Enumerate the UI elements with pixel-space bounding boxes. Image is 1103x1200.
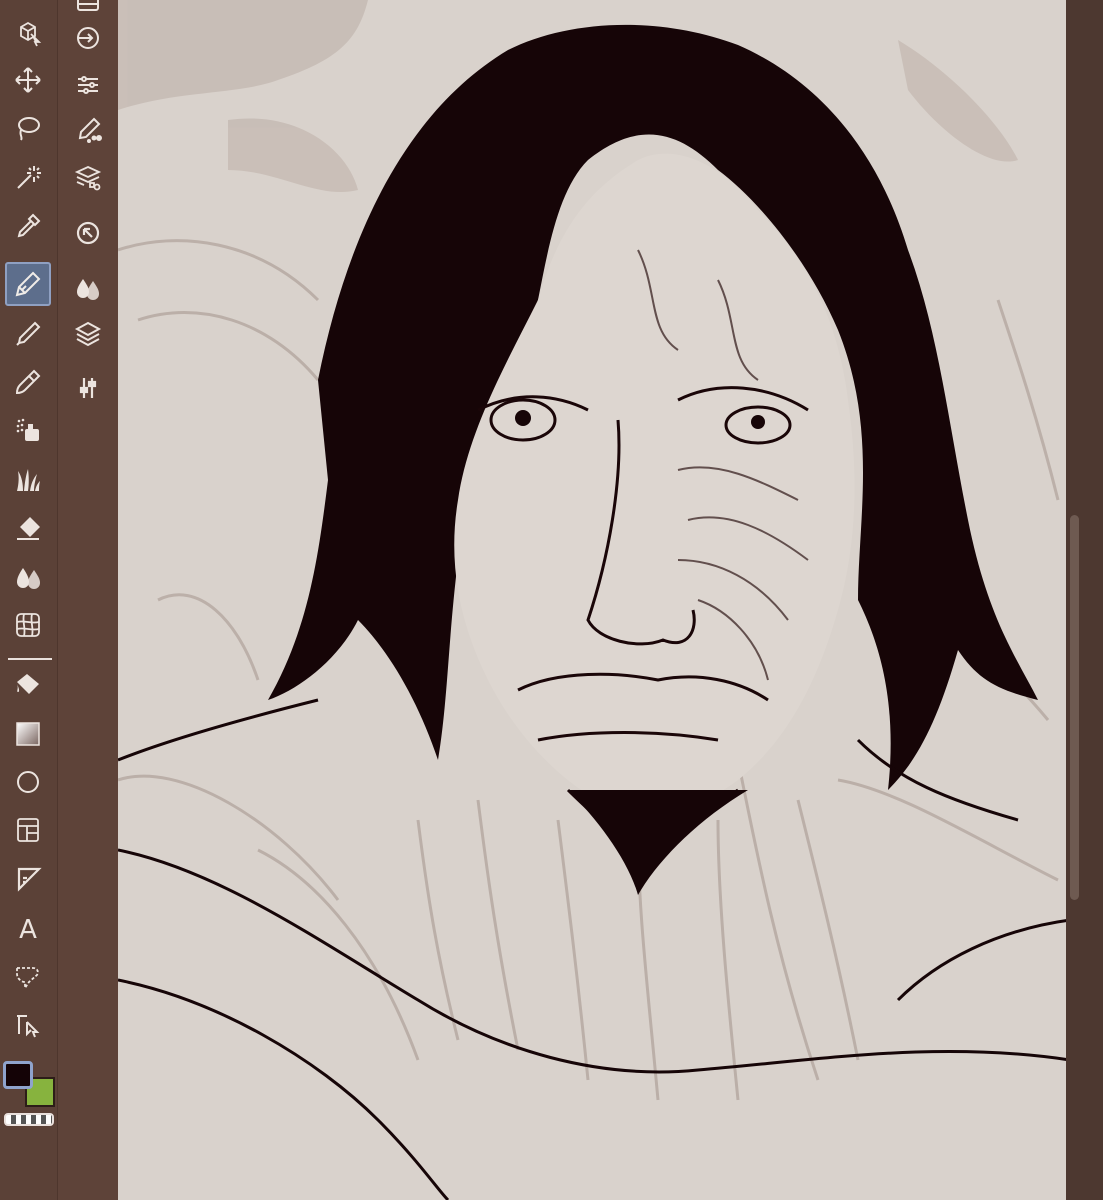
palette-bar xyxy=(57,0,118,1200)
mesh-transform-icon[interactable] xyxy=(5,603,51,647)
tool-separator xyxy=(8,658,52,660)
brush-icon[interactable] xyxy=(5,360,51,404)
eraser-icon[interactable] xyxy=(5,506,51,550)
transparent-color-swatch[interactable] xyxy=(4,1113,54,1126)
magic-wand-icon[interactable] xyxy=(5,155,51,199)
balloon-icon[interactable] xyxy=(5,955,51,999)
eyedropper-icon[interactable] xyxy=(5,204,51,248)
airbrush-icon[interactable] xyxy=(5,408,51,452)
blend-drops-icon[interactable] xyxy=(5,555,51,599)
fill-bucket-icon[interactable] xyxy=(5,663,51,707)
ellipse-figure-icon[interactable] xyxy=(5,760,51,804)
pen-icon[interactable] xyxy=(5,262,51,306)
object-select-icon[interactable] xyxy=(5,12,51,56)
text-icon[interactable]: A xyxy=(5,906,51,950)
drawing-canvas[interactable] xyxy=(118,0,1070,1200)
canvas-artwork xyxy=(118,0,1070,1200)
brush-size-icon[interactable] xyxy=(63,108,113,152)
text-icon-glyph: A xyxy=(19,915,37,943)
decoration-grass-icon[interactable] xyxy=(5,458,51,502)
navigator-icon[interactable] xyxy=(63,16,113,60)
foreground-color-swatch[interactable] xyxy=(3,1061,33,1089)
vertical-scrollbar[interactable] xyxy=(1070,515,1079,900)
tool-palette: A xyxy=(0,0,57,1200)
layers-icon[interactable] xyxy=(63,312,113,356)
tool-property-sliders-icon[interactable] xyxy=(63,62,113,106)
gradient-icon[interactable] xyxy=(5,712,51,756)
pencil-icon[interactable] xyxy=(5,312,51,356)
material-layers-icon[interactable] xyxy=(63,156,113,200)
lasso-icon[interactable] xyxy=(5,106,51,150)
sub-view-icon[interactable] xyxy=(63,211,113,255)
color-drops-icon[interactable] xyxy=(63,266,113,310)
move-icon[interactable] xyxy=(5,58,51,102)
correct-line-icon[interactable] xyxy=(5,1003,51,1047)
layer-property-sliders-icon[interactable] xyxy=(63,366,113,410)
ruler-triangle-icon[interactable] xyxy=(5,857,51,901)
frame-border-icon[interactable] xyxy=(5,808,51,852)
